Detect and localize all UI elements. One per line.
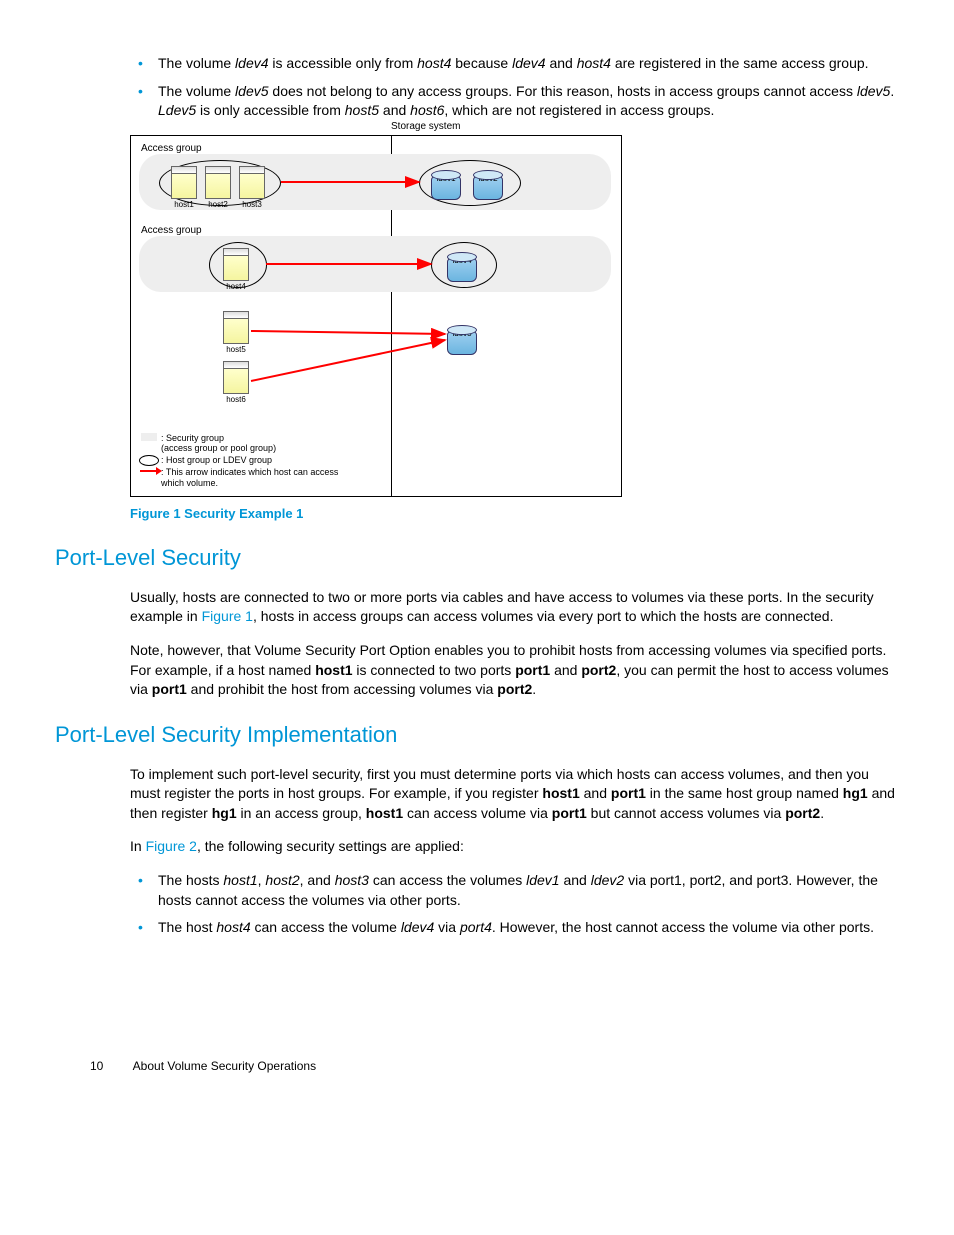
- page-footer: 10 About Volume Security Operations: [55, 1058, 899, 1075]
- host-icon: host3: [239, 166, 265, 210]
- host-icon: host5: [223, 311, 249, 355]
- paragraph: To implement such port-level security, f…: [130, 765, 899, 824]
- host-icon: host1: [171, 166, 197, 210]
- list-item: The hosts host1, host2, and host3 can ac…: [148, 871, 899, 910]
- top-bullet-list: The volume ldev4 is accessible only from…: [130, 54, 899, 121]
- figure-caption: Figure 1 Security Example 1: [130, 505, 899, 523]
- legend-swatch-icon: [141, 433, 157, 441]
- list-item: The volume ldev4 is accessible only from…: [148, 54, 899, 74]
- paragraph: In Figure 2, the following security sett…: [130, 837, 899, 857]
- page-number: 10: [90, 1058, 130, 1075]
- ldev-icon: ldev4: [447, 248, 477, 282]
- storage-system-label: Storage system: [391, 120, 460, 134]
- diagram-legend: : Security group (access group or pool g…: [137, 433, 387, 490]
- ldev-icon: ldev1: [431, 166, 461, 200]
- ldev-icon: ldev2: [473, 166, 503, 200]
- footer-title: About Volume Security Operations: [133, 1059, 316, 1073]
- figure-1-link[interactable]: Figure 1: [202, 608, 253, 624]
- host-icon: host2: [205, 166, 231, 210]
- bottom-bullet-list: The hosts host1, host2, and host3 can ac…: [130, 871, 899, 938]
- list-item: The host host4 can access the volume lde…: [148, 918, 899, 938]
- list-item: The volume ldev5 does not belong to any …: [148, 82, 899, 121]
- page-content: The volume ldev4 is accessible only from…: [130, 54, 899, 938]
- ldev-icon: ldev5: [447, 321, 477, 355]
- heading-port-level-security-implementation: Port-Level Security Implementation: [55, 720, 899, 751]
- heading-port-level-security: Port-Level Security: [55, 543, 899, 574]
- security-diagram: Storage system Access group host1 host2 …: [130, 135, 622, 497]
- figure-2-link[interactable]: Figure 2: [146, 838, 197, 854]
- legend-arrow-icon: [140, 470, 158, 472]
- paragraph: Usually, hosts are connected to two or m…: [130, 588, 899, 627]
- legend-oval-icon: [139, 455, 159, 466]
- host-icon: host4: [223, 248, 249, 292]
- host-icon: host6: [223, 361, 249, 405]
- paragraph: Note, however, that Volume Security Port…: [130, 641, 899, 700]
